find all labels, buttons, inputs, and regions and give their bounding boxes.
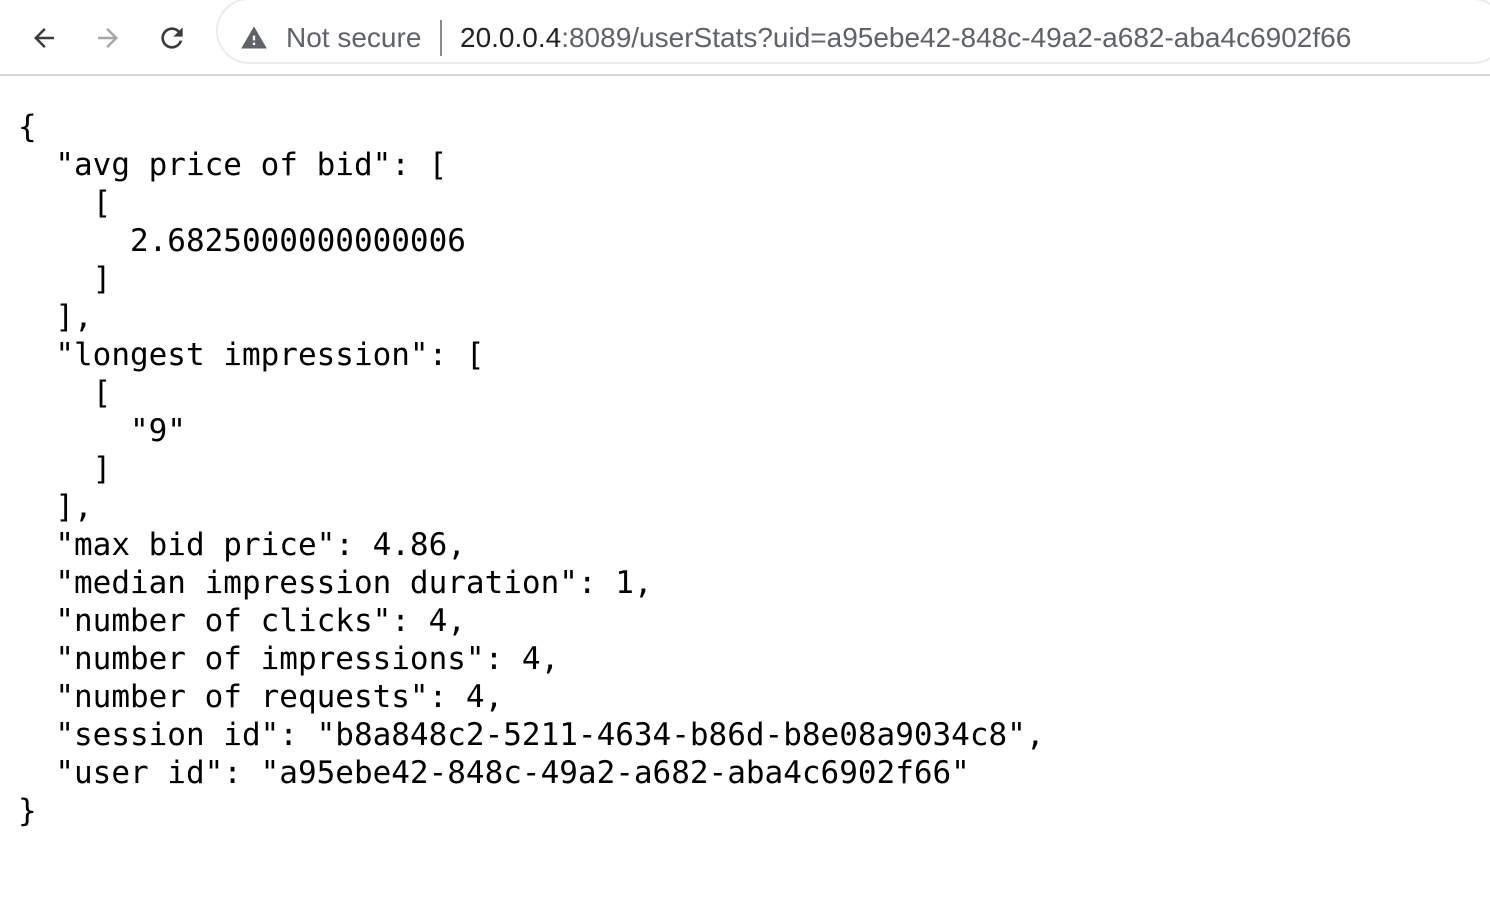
json-line: ] xyxy=(18,451,112,487)
json-line: "session id": "b8a848c2-5211-4634-b86d-b… xyxy=(18,717,1045,753)
url-path: :8089/userStats?uid=a95ebe42-848c-49a2-a… xyxy=(561,22,1352,53)
json-line: [ xyxy=(18,375,112,411)
json-line: "number of impressions": 4, xyxy=(18,641,560,677)
json-line: [ xyxy=(18,185,112,221)
json-line: ], xyxy=(18,299,93,335)
forward-button[interactable] xyxy=(84,14,132,62)
browser-toolbar: Not secure 20.0.0.4:8089/userStats?uid=a… xyxy=(0,0,1490,76)
json-line: { xyxy=(18,109,37,145)
url-text[interactable]: 20.0.0.4:8089/userStats?uid=a95ebe42-848… xyxy=(460,20,1351,56)
json-line: "median impression duration": 1, xyxy=(18,565,653,601)
reload-icon xyxy=(156,22,188,54)
json-line: "number of clicks": 4, xyxy=(18,603,466,639)
json-line: "avg price of bid": [ xyxy=(18,147,448,183)
json-line: "number of requests": 4, xyxy=(18,679,504,715)
address-divider xyxy=(440,20,442,56)
json-line: "9" xyxy=(18,413,186,449)
reload-button[interactable] xyxy=(148,14,196,62)
json-line: ], xyxy=(18,489,93,525)
json-line: "user id": "a95ebe42-848c-49a2-a682-aba4… xyxy=(18,755,970,791)
back-arrow-icon xyxy=(29,23,59,53)
json-line: 2.6825000000000006 xyxy=(18,223,466,259)
json-line: } xyxy=(18,793,37,829)
json-line: "longest impression": [ xyxy=(18,337,485,373)
url-host: 20.0.0.4 xyxy=(460,22,562,53)
back-button[interactable] xyxy=(20,14,68,62)
security-status-label[interactable]: Not secure xyxy=(286,20,421,56)
json-line: "max bid price": 4.86, xyxy=(18,527,466,563)
address-bar[interactable]: Not secure 20.0.0.4:8089/userStats?uid=a… xyxy=(216,0,1490,64)
json-line: ] xyxy=(18,261,112,297)
json-response-body: { "avg price of bid": [ [ 2.682500000000… xyxy=(18,108,1045,830)
warning-triangle-icon[interactable] xyxy=(240,24,268,52)
forward-arrow-icon xyxy=(93,23,123,53)
